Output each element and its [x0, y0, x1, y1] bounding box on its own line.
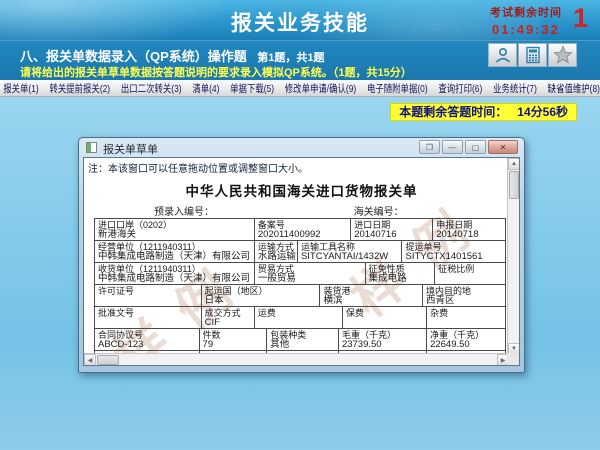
question-timer-value: 14分56秒 [517, 105, 568, 119]
menu-item-list[interactable]: 清单(4) [192, 81, 219, 97]
declaration-table: 进口口岸（0202） 新港海关 备案号 202011400992 进口日期 20… [94, 218, 506, 364]
question-instruction: 请将给出的报关单草单数据按答题说明的要求录入模拟QP系统。（1题，共15分） [20, 64, 412, 80]
cell-consignee-unit: 收货单位（1211940311） 中韩集成电路制造（天津）有限公司 [95, 263, 255, 284]
vertical-scrollbar[interactable]: ▲ ▼ [507, 158, 519, 355]
cell-contract-number: 合同协议号 ABCD-123 [95, 329, 200, 350]
cell-record-number: 备案号 202011400992 [255, 219, 351, 240]
menu-item-e-attached-docs[interactable]: 电子随附单据(0) [367, 81, 428, 97]
entry-number-row: 预录入编号： 海关编号： [84, 203, 519, 218]
vertical-scroll-thumb[interactable] [509, 171, 519, 199]
question-progress: 第1题，共1题 [257, 52, 324, 64]
exam-timer-value: 01:49:32 [490, 22, 562, 37]
pin-icon: ❐ [426, 143, 433, 152]
menu-item-modify-confirm[interactable]: 修改单申请/确认(9) [285, 81, 356, 97]
table-row: 许可证号 起运国（地区） 日本 装货港 横滨 境内目的地 西青区 [95, 285, 505, 307]
cell-gross-weight: 毛重（千克） 23739.50 [339, 329, 427, 350]
cell-packaging-type: 包装种类 其他 [267, 329, 339, 350]
form-title: 中华人民共和国海关进口货物报关单 [84, 180, 519, 200]
table-row: 批准文号 成交方式 CIF 运费 保费 [95, 307, 505, 329]
menu-item-default-maintenance[interactable]: 缺省值维护(8) [548, 81, 600, 97]
menu-item-transit-advance[interactable]: 转关提前报关(2) [49, 81, 110, 97]
minimize-icon: — [449, 143, 457, 152]
cell-import-port: 进口口岸（0202） 新港海关 [95, 219, 255, 240]
window-app-icon [86, 142, 97, 153]
question-heading: 八、报关单数据录入（QP系统）操作题 第1题，共1题 [20, 46, 325, 66]
menu-item-doc-download[interactable]: 单据下载(5) [230, 81, 274, 97]
cell-exemption-nature: 征免性质 集成电路 [366, 263, 436, 284]
minimize-button[interactable]: — [442, 140, 463, 154]
close-icon: ✕ [500, 143, 507, 152]
cell-transaction-mode: 成交方式 CIF [202, 307, 255, 328]
calculator-icon [524, 46, 542, 64]
window-note: 注：本该窗口可以任意拖动位置或调整窗口大小。 [84, 158, 519, 175]
question-timer-badge: 本题剩余答题时间： 14分56秒 [390, 103, 577, 121]
cell-piece-count: 件数 79 [200, 329, 268, 350]
pin-button[interactable]: ❐ [419, 140, 440, 154]
cell-tax-ratio: 征税比例 [435, 263, 505, 284]
cell-insurance: 保费 [343, 307, 427, 328]
cell-bill-number: 提运单号 SITYCTX1401561 [402, 241, 505, 262]
table-row: 合同协议号 ABCD-123 件数 79 包装种类 其他 毛重（千克） 2373… [95, 329, 505, 351]
customs-number-label: 海关编号： [354, 203, 404, 218]
menu-item-business-stats[interactable]: 业务统计(7) [493, 81, 537, 97]
user-icon [494, 46, 512, 64]
horizontal-scroll-thumb[interactable] [97, 355, 119, 365]
cell-transport-mode: 运输方式 水路运输 [255, 241, 298, 262]
maximize-button[interactable]: ▢ [465, 140, 486, 154]
app-screen: 报关业务技能 考试剩余时间 01:49:32 1 八、报关单数据录入（QP系统）… [0, 0, 600, 450]
pre-entry-number-label: 预录入编号： [154, 203, 214, 218]
cell-domestic-destination: 境内目的地 西青区 [423, 285, 505, 306]
cell-misc-fees: 杂费 [427, 307, 505, 328]
scroll-up-arrow-icon[interactable]: ▲ [508, 158, 520, 170]
window-content: 样例 样例 注：本该窗口可以任意拖动位置或调整窗口大小。 中华人民共和国海关进口… [83, 157, 520, 366]
declaration-draft-window: 报关单草单 ❐ — ▢ ✕ 样例 样例 注：本该窗口可以任意拖动位置或调整窗口大… [78, 137, 525, 373]
scroll-left-arrow-icon[interactable]: ◀ [84, 354, 96, 366]
cell-net-weight: 净重（千克） 22649.50 [427, 329, 505, 350]
cell-import-date: 进口日期 20140716 [351, 219, 433, 240]
cell-approval-number: 批准文号 [95, 307, 202, 328]
horizontal-scrollbar[interactable]: ◀ ▶ [84, 353, 509, 365]
star-icon [553, 45, 573, 65]
maximize-icon: ▢ [472, 143, 480, 152]
cell-declare-date: 申报日期 20140718 [433, 219, 505, 240]
cell-trade-mode: 贸易方式 一般贸易 [255, 263, 366, 284]
task-header-bar: 八、报关单数据录入（QP系统）操作题 第1题，共1题 请将给出的报关单草单数据按… [0, 40, 600, 80]
toolbar-icon-group [487, 43, 577, 67]
cell-origin-country: 起运国（地区） 日本 [202, 285, 321, 306]
window-titlebar[interactable]: 报关单草单 ❐ — ▢ ✕ [83, 138, 520, 157]
menu-item-export-second-transit[interactable]: 出口二次转关(3) [121, 81, 182, 97]
window-controls: ❐ — ▢ ✕ [417, 140, 518, 154]
table-row: 经营单位（1211940311） 中韩集成电路制造（天津）有限公司 运输方式 水… [95, 241, 505, 263]
page-number: 1 [573, 3, 588, 34]
star-button[interactable] [548, 43, 577, 67]
top-banner: 报关业务技能 考试剩余时间 01:49:32 1 [0, 0, 600, 40]
cell-license-number: 许可证号 [95, 285, 202, 306]
window-title: 报关单草单 [103, 141, 158, 157]
menu-item-query-print[interactable]: 查询打印(6) [438, 81, 482, 97]
table-row: 进口口岸（0202） 新港海关 备案号 202011400992 进口日期 20… [95, 219, 505, 241]
table-row: 收货单位（1211940311） 中韩集成电路制造（天津）有限公司 贸易方式 一… [95, 263, 505, 285]
cell-transport-name: 运输工具名称 SITCYANTAI/1432W [298, 241, 403, 262]
cell-operating-unit: 经营单位（1211940311） 中韩集成电路制造（天津）有限公司 [95, 241, 255, 262]
close-button[interactable]: ✕ [488, 140, 518, 154]
menu-item-declaration[interactable]: 报关单(1) [3, 81, 38, 97]
question-title: 八、报关单数据录入（QP系统）操作题 [20, 49, 247, 64]
calculator-button[interactable] [518, 43, 547, 67]
user-button[interactable] [488, 43, 517, 67]
exam-timer: 考试剩余时间 01:49:32 [490, 4, 562, 37]
exam-timer-label: 考试剩余时间 [490, 4, 562, 20]
menu-bar: 报关单(1) 转关提前报关(2) 出口二次转关(3) 清单(4) 单据下载(5)… [0, 80, 600, 97]
question-timer-label: 本题剩余答题时间： [399, 105, 507, 119]
scrollbar-corner [507, 353, 519, 365]
cell-loading-port: 装货港 横滨 [320, 285, 423, 306]
cell-freight: 运费 [255, 307, 343, 328]
